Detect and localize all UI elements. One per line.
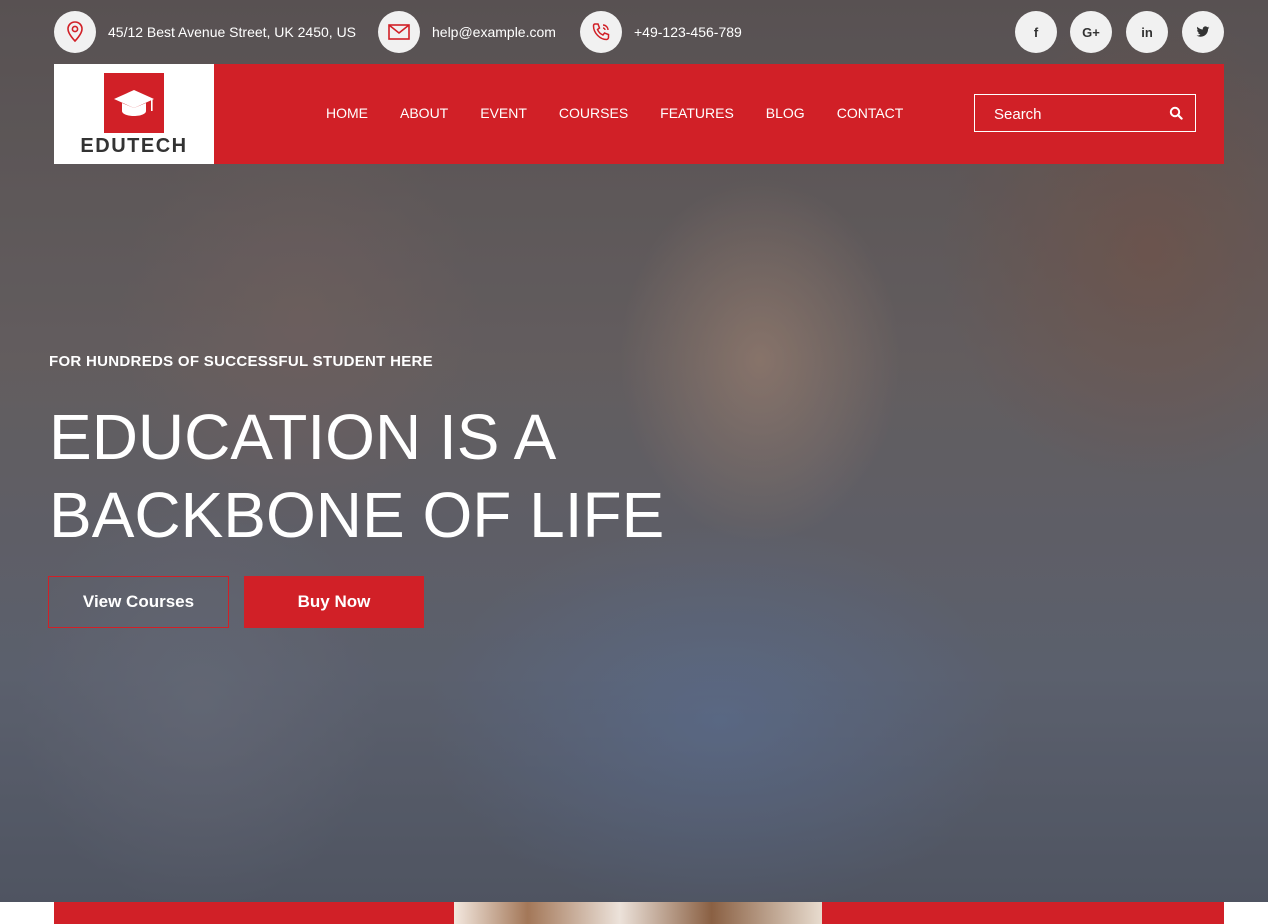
main-nav: HOME ABOUT EVENT COURSES FEATURES BLOG C… (326, 105, 935, 121)
search-input[interactable] (975, 95, 1176, 133)
logo-text: EDUTECH (80, 135, 188, 157)
search-icon[interactable] (1169, 106, 1183, 125)
nav-contact[interactable]: CONTACT (837, 105, 904, 121)
nav-event[interactable]: EVENT (480, 105, 527, 121)
envelope-icon (378, 11, 420, 53)
feature-block-left (54, 902, 454, 924)
graduation-cap-icon (104, 73, 164, 133)
hero-headline: EDUCATION IS A BACKBONE OF LIFE (49, 398, 664, 554)
nav-features[interactable]: FEATURES (660, 105, 734, 121)
top-bar: 45/12 Best Avenue Street, UK 2450, US he… (0, 0, 1268, 64)
headline-line-1: EDUCATION IS A (49, 401, 557, 473)
buy-now-button[interactable]: Buy Now (244, 576, 424, 628)
search-box (974, 94, 1196, 133)
contact-phone[interactable]: +49-123-456-789 (580, 11, 742, 53)
main-header: EDUTECH HOME ABOUT EVENT COURSES FEATURE… (54, 64, 1224, 164)
feature-strip (0, 902, 1268, 924)
nav-blog[interactable]: BLOG (766, 105, 805, 121)
hero-tagline: FOR HUNDREDS OF SUCCESSFUL STUDENT HERE (49, 353, 433, 370)
headline-line-2: BACKBONE OF LIFE (49, 479, 665, 551)
twitter-icon[interactable] (1182, 11, 1224, 53)
view-courses-button[interactable]: View Courses (48, 576, 229, 628)
address-text: 45/12 Best Avenue Street, UK 2450, US (108, 24, 357, 40)
location-pin-icon (54, 11, 96, 53)
site-logo[interactable]: EDUTECH (54, 64, 214, 164)
feature-block-right (822, 902, 1224, 924)
feature-image (454, 902, 822, 924)
phone-text[interactable]: +49-123-456-789 (634, 24, 742, 40)
nav-courses[interactable]: COURSES (559, 105, 628, 121)
contact-address: 45/12 Best Avenue Street, UK 2450, US (54, 11, 356, 53)
google-plus-icon[interactable]: G+ (1070, 11, 1112, 53)
nav-about[interactable]: ABOUT (400, 105, 448, 121)
contact-email[interactable]: help@example.com (378, 11, 556, 53)
phone-icon (580, 11, 622, 53)
email-text[interactable]: help@example.com (432, 24, 556, 40)
nav-home[interactable]: HOME (326, 105, 368, 121)
linkedin-icon[interactable]: in (1126, 11, 1168, 53)
facebook-icon[interactable]: f (1015, 11, 1057, 53)
